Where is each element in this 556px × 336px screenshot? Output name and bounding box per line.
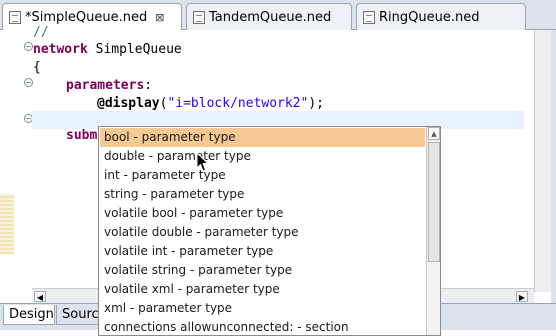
display-string: "i=block/network2" [167,96,309,111]
code-line-brace: { [33,60,41,75]
scroll-left-icon[interactable]: ◀ [34,291,46,302]
code-line-network: network SimpleQueue [33,41,182,59]
completion-item[interactable]: volatile double - parameter type [100,223,425,242]
close-tab-icon[interactable]: ⊠ [155,11,164,24]
ned-file-icon [363,10,375,24]
network-name: SimpleQueue [87,42,182,57]
tab-ringqueue[interactable]: RingQueue.ned [356,3,526,30]
window-edge [551,30,556,330]
display-property: @display [97,96,160,111]
folding-column [14,30,32,303]
code-line-submodules: subm [66,127,97,145]
tab-label: *SimpleQueue.ned [25,10,148,25]
keyword-parameters: parameters [66,78,145,93]
editor-vertical-scrollbar[interactable] [534,30,552,292]
editor-tab-bar: *SimpleQueue.ned ⊠ TandemQueue.ned RingQ… [0,0,556,31]
tab-design[interactable]: Design [3,305,55,325]
scroll-right-icon[interactable]: ▶ [516,291,528,302]
paren-close: ); [308,96,324,111]
tab-simplequeue[interactable]: *SimpleQueue.ned ⊠ [2,3,182,31]
vertical-ruler [0,30,14,303]
tab-tandemqueue[interactable]: TandemQueue.ned [186,3,352,30]
fold-collapse-icon[interactable]: − [24,78,33,87]
ned-file-icon [193,10,205,24]
scroll-up-icon[interactable]: ▲ [428,127,440,140]
mouse-pointer-icon [196,152,210,172]
completion-item[interactable]: bool - parameter type [100,128,425,147]
completion-item[interactable]: volatile string - parameter type [100,261,425,280]
completion-item[interactable]: xml - parameter type [100,299,425,318]
keyword-submodules-partial: subm [66,128,98,143]
tab-label: RingQueue.ned [379,9,480,25]
keyword-network: network [33,42,88,57]
popup-scroll-thumb[interactable] [428,142,440,262]
completion-item[interactable]: double - parameter type [100,147,425,166]
change-marker [0,194,14,254]
completion-item[interactable]: volatile int - parameter type [100,242,425,261]
completion-item[interactable]: volatile bool - parameter type [100,204,425,223]
tab-label: TandemQueue.ned [209,9,332,25]
completion-item[interactable]: connections allowunconnected: - section [100,318,425,335]
content-assist-popup: bool - parameter type double - parameter… [98,126,441,336]
fold-collapse-icon[interactable]: − [24,42,33,51]
colon: : [144,78,153,93]
ned-file-icon [9,11,21,24]
code-line-display: @display("i=block/network2"); [97,95,324,113]
popup-scrollbar[interactable]: ▲ [426,127,440,335]
comment-line: // [33,25,49,40]
completion-item[interactable]: int - parameter type [100,166,425,185]
code-line-parameters: parameters: [66,77,152,95]
completion-item[interactable]: string - parameter type [100,185,425,204]
completion-item[interactable]: volatile xml - parameter type [100,280,425,299]
